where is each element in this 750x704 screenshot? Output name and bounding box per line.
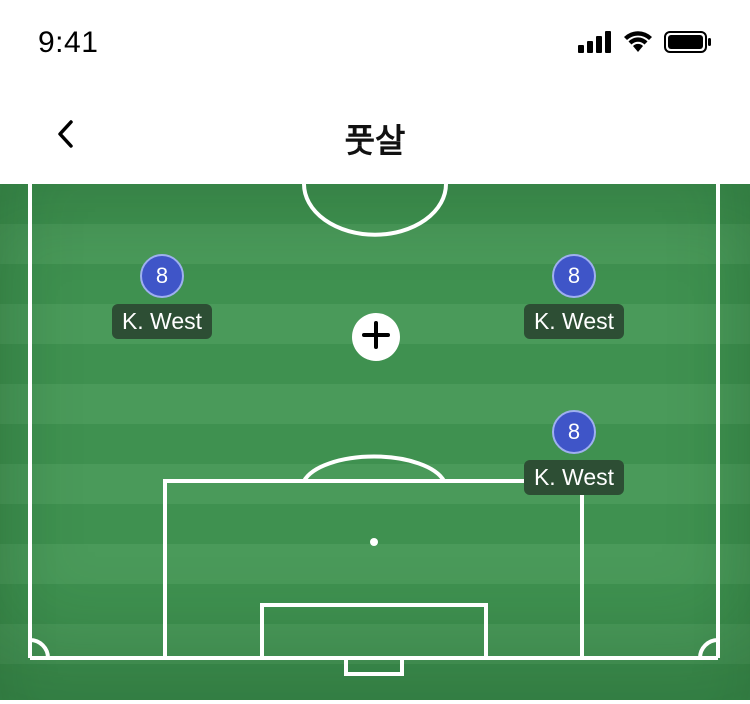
wifi-icon xyxy=(622,30,654,59)
jersey-number-badge[interactable]: 8 xyxy=(140,254,184,298)
nav-bar: 풋살 xyxy=(0,88,750,184)
status-icons xyxy=(578,30,712,58)
add-player-button[interactable] xyxy=(352,313,400,361)
jersey-number-badge[interactable]: 8 xyxy=(552,410,596,454)
cellular-signal-icon xyxy=(578,30,612,58)
player-card[interactable]: 8 K. West xyxy=(509,254,639,339)
player-name-label: K. West xyxy=(523,304,625,339)
player-name-label: K. West xyxy=(523,460,625,495)
plus-icon xyxy=(361,320,391,355)
status-time: 9:41 xyxy=(38,26,99,59)
page-title: 풋살 xyxy=(344,121,406,160)
jersey-number-badge[interactable]: 8 xyxy=(552,254,596,298)
battery-icon xyxy=(664,30,712,59)
player-name-label: K. West xyxy=(111,304,213,339)
player-card[interactable]: 8 K. West xyxy=(97,254,227,339)
futsal-pitch: 8 K. West 8 K. West 8 K. West xyxy=(0,184,750,700)
status-bar: 9:41 xyxy=(0,0,750,88)
player-card[interactable]: 8 K. West xyxy=(509,410,639,495)
